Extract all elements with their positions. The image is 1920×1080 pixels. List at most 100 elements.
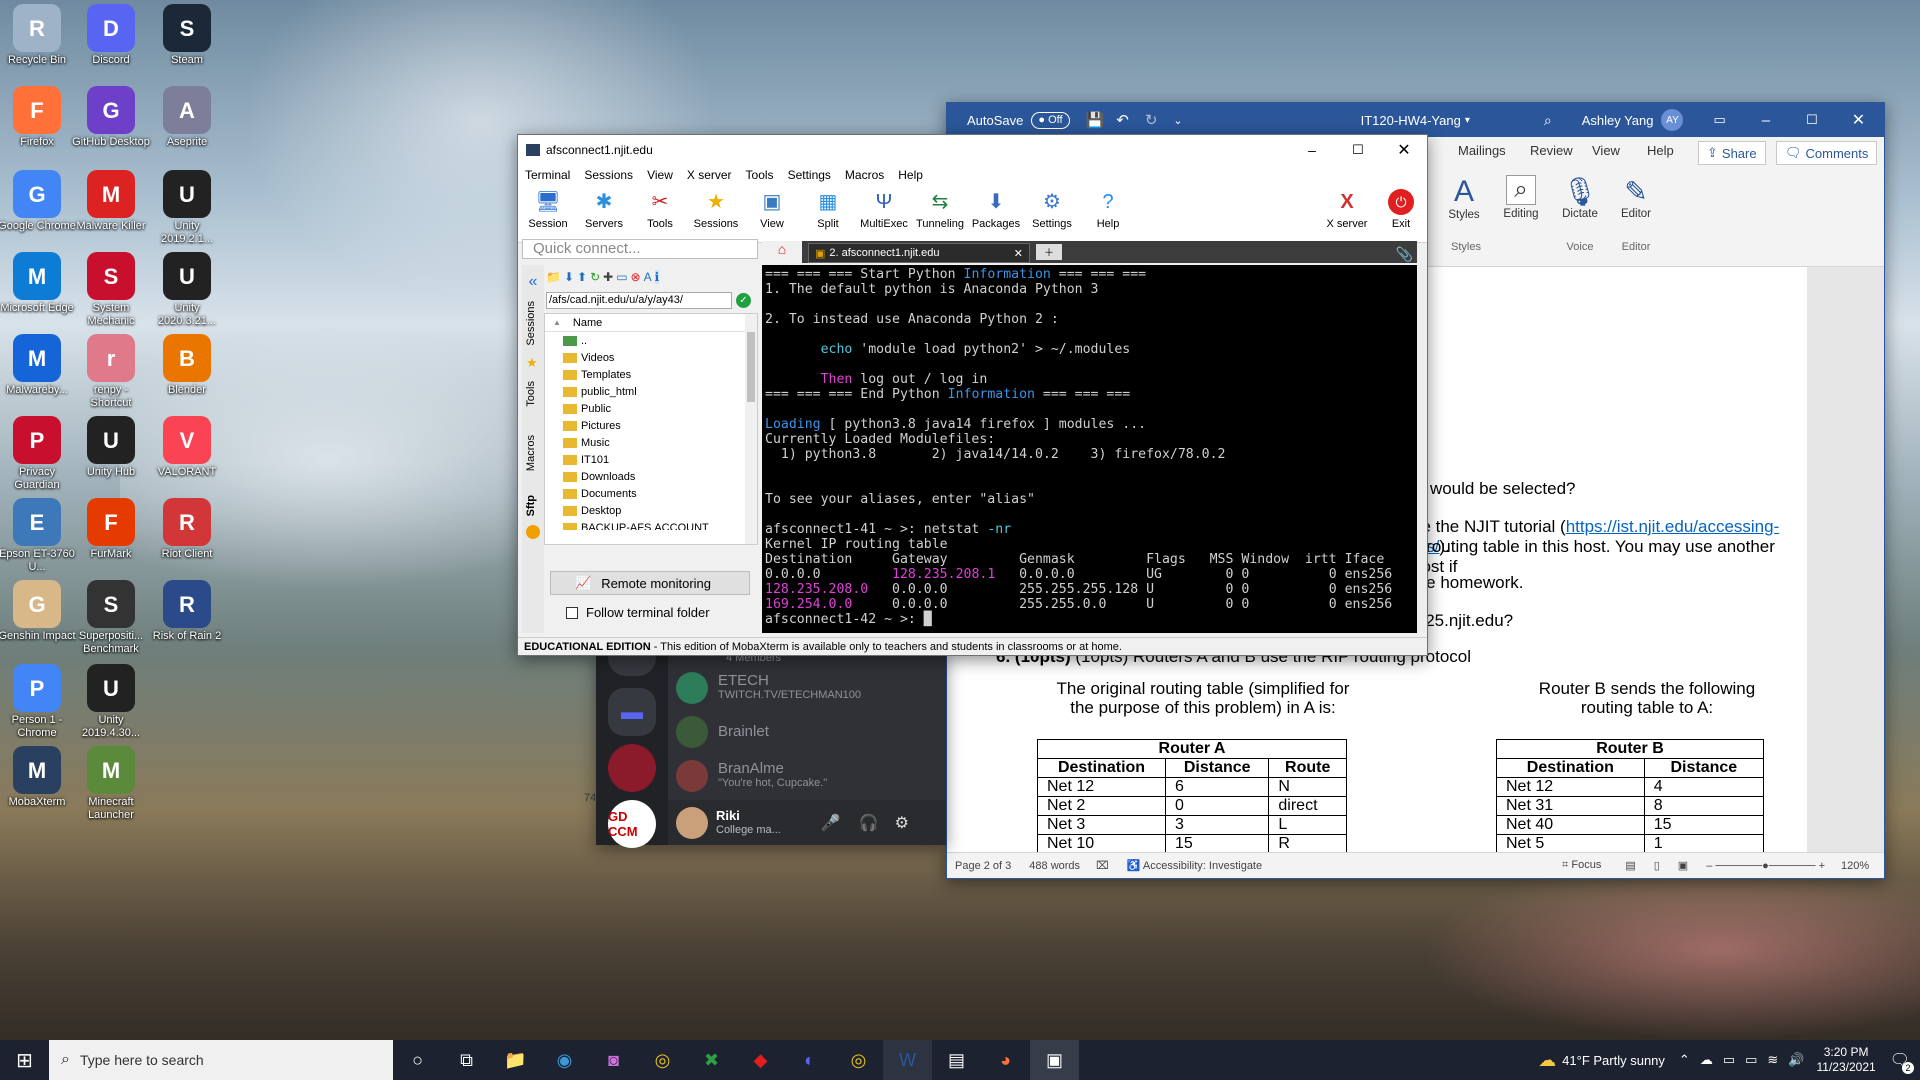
member-item[interactable]: BranAlme "You're hot, Cupcake." [676,760,936,792]
toolbar-servers-button[interactable]: ✱ Servers [576,185,632,230]
toolbar-session-button[interactable]: 🖥 Session [520,185,576,230]
desktop-icon[interactable]: S Steam [148,4,226,67]
list-item[interactable]: Desktop [545,502,757,519]
tab-view[interactable]: View [1592,143,1647,158]
terminal-output[interactable]: === === === Start Python Information ===… [762,265,1417,633]
battery-icon[interactable]: ▭ [1745,1052,1757,1068]
toolbar-packages-button[interactable]: ⬇ Packages [968,185,1024,230]
word-icon[interactable]: W [883,1040,932,1080]
maximize-icon[interactable]: ☐ [1806,112,1818,128]
share-button[interactable]: ⇪ Share [1698,141,1766,165]
mobaxterm-icon[interactable]: ▣ [1030,1040,1079,1080]
desktop-icon[interactable]: r renpy - Shortcut [72,334,150,410]
user-info[interactable]: Riki College ma... [716,808,781,837]
member-item[interactable]: Brainlet [676,716,936,748]
path-input[interactable]: /afs/cad.njit.edu/u/a/y/ay43/ [546,292,732,309]
desktop-icon[interactable]: A Aseprite [148,86,226,149]
desktop-icon[interactable]: B Blender [148,334,226,397]
steelseries-icon[interactable]: ◆ [736,1040,785,1080]
follow-folder-checkbox[interactable]: Follow terminal folder [566,605,710,620]
toolbar-multiexec-button[interactable]: Ψ MultiExec [856,185,912,230]
maximize-icon[interactable]: ☐ [1335,142,1381,158]
list-item[interactable]: BACKUP-AFS.ACCOUNT [545,519,757,530]
minimize-icon[interactable]: – [1289,142,1335,158]
server-icon[interactable] [608,744,656,792]
close-icon[interactable]: ✕ [1852,110,1865,130]
discord-icon[interactable]: ◐ [785,1040,834,1080]
desktop-icon[interactable]: M Malware Killer [72,170,150,233]
attach-icon[interactable]: 📎 [1396,246,1413,263]
onedrive-icon[interactable]: ☁ [1700,1052,1713,1068]
avatar[interactable]: AY [1661,109,1684,131]
accessibility-status[interactable]: ♿ Accessibility: Investigate [1127,859,1262,872]
task-view-icon[interactable]: ⧉ [442,1040,491,1080]
member-item[interactable]: ETECH TWITCH.TV/ETECHMAN100 [676,672,936,704]
tab-review[interactable]: Review [1530,143,1592,158]
desktop-icon[interactable]: M MobaXterm [0,746,76,809]
print-layout-icon[interactable]: ▯ [1654,859,1660,872]
taskbar-search[interactable]: ⌕ Type here to search [49,1040,393,1080]
scrollbar[interactable] [745,314,757,544]
list-item[interactable]: Music [545,434,757,451]
menu-item-help[interactable]: Help [891,168,930,182]
tab-help[interactable]: Help [1647,143,1697,158]
chevron-up-icon[interactable]: ⌃ [1679,1052,1690,1068]
new-tab-icon[interactable]: ＋ [1036,244,1062,260]
wifi-icon[interactable]: ≋ [1767,1052,1778,1068]
folder-up-icon[interactable]: 📁 [546,270,561,284]
close-icon[interactable]: ✕ [1381,140,1427,160]
desktop-icon[interactable]: F Firefox [0,86,76,149]
styles-button[interactable]: A Styles [1441,175,1487,221]
folder-icon[interactable]: ▬ [608,688,656,736]
menu-item-view[interactable]: View [640,168,680,182]
word-count[interactable]: 488 words [1029,860,1080,872]
list-item[interactable]: Templates [545,366,757,383]
minimize-icon[interactable]: – [1762,112,1770,129]
desktop-icon[interactable]: U Unity Hub [72,416,150,479]
list-item[interactable]: Videos [545,349,757,366]
toolbar-tools-button[interactable]: ✂ Tools [632,185,688,230]
properties-icon[interactable]: ℹ [654,270,660,284]
desktop-icon[interactable]: E Epson ET-3760 U... [0,498,76,574]
notification-icon[interactable]: 🗨 2 [1890,1050,1914,1074]
xbox-icon[interactable]: ✖ [687,1040,736,1080]
side-tab-macros[interactable]: Macros [525,435,537,471]
menu-item-settings[interactable]: Settings [781,168,838,182]
side-tab-sftp[interactable]: Sftp [525,495,537,516]
terminal-scrollbar[interactable] [1417,265,1427,633]
file-explorer-icon[interactable]: 📁 [491,1040,540,1080]
menu-item-terminal[interactable]: Terminal [518,168,577,182]
desktop-icon[interactable]: G GitHub Desktop [72,86,150,149]
cortana-icon[interactable]: ○ [393,1040,442,1080]
focus-button[interactable]: ⌗ Focus [1562,859,1601,872]
toolbar-view-button[interactable]: ▣ View [744,185,800,230]
desktop-icon[interactable]: G Google Chrome [0,170,76,233]
remote-monitoring-button[interactable]: 📈 Remote monitoring [550,571,750,595]
user-name[interactable]: Ashley Yang [1582,113,1654,128]
side-tab-tools[interactable]: Tools [525,381,537,407]
weather-text[interactable]: 41°F Partly sunny [1562,1053,1665,1068]
headphones-icon[interactable]: 🎧 [859,813,879,833]
toolbar-sessions-button[interactable]: ★ Sessions [688,185,744,230]
xserver-button[interactable]: XX server [1319,185,1375,230]
dictate-button[interactable]: 🎙 Dictate [1557,175,1603,220]
toolbar-tunneling-button[interactable]: ⇆ Tunneling [912,185,968,230]
toolbar-settings-button[interactable]: ⚙ Settings [1024,185,1080,230]
firefox-icon[interactable]: ◕ [981,1040,1030,1080]
desktop-icon[interactable]: S Superpositi... Benchmark [72,580,150,656]
web-layout-icon[interactable]: ▣ [1678,859,1688,872]
file-list-header[interactable]: ▲ Name [545,314,757,332]
customize-qat-icon[interactable]: ⌄ [1173,114,1182,127]
server-folder[interactable] [608,656,656,676]
edge-icon[interactable]: ◉ [540,1040,589,1080]
list-item[interactable]: Public [545,400,757,417]
list-item[interactable]: IT101 [545,451,757,468]
rename-icon[interactable]: A [644,270,652,284]
desktop-icon[interactable]: P Privacy Guardian [0,416,76,492]
desktop-icon[interactable]: R Recycle Bin [0,4,76,67]
upload-icon[interactable]: ⬆ [577,270,587,284]
editor-button[interactable]: ✎ Editor [1613,175,1659,220]
desktop-icon[interactable]: R Risk of Rain 2 [148,580,226,643]
desktop-icon[interactable]: M Malwareby... [0,334,76,397]
volume-icon[interactable]: 🔊 [1788,1052,1804,1068]
